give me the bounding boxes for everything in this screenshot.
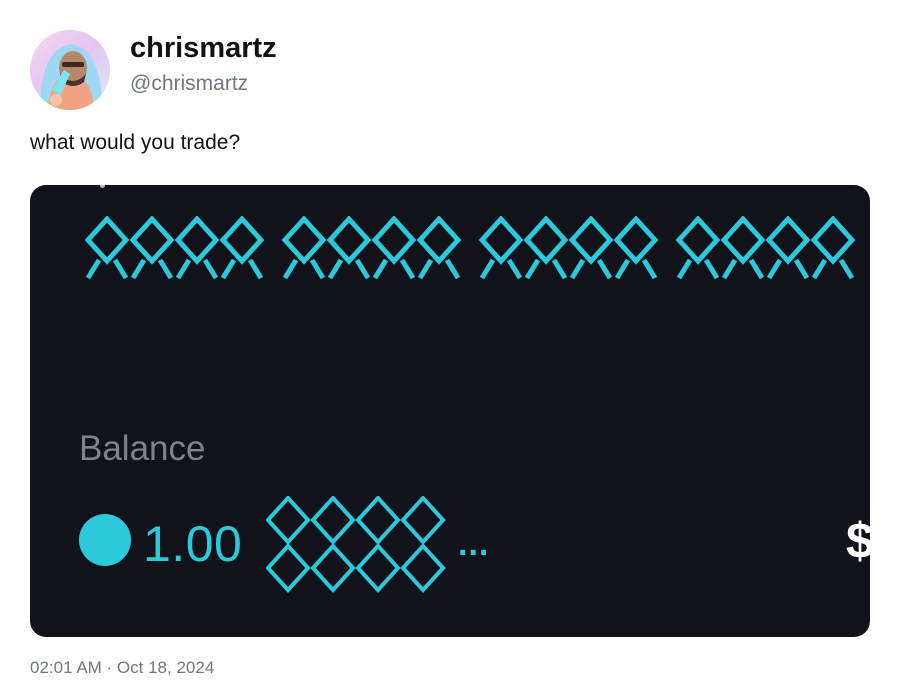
author-handle[interactable]: @chrismartz [130,72,248,96]
tweet-text: what would you trade? [30,131,241,154]
author-avatar[interactable] [30,30,110,110]
tweet-timestamp[interactable]: 02:01 AM · Oct 18, 2024 [30,658,214,678]
author-display-name[interactable]: chrismartz [130,32,277,65]
usd-value-fragment: $ [846,513,870,569]
truncation-ellipsis: ... [458,525,490,563]
cropped-text-fragment [100,185,105,188]
balance-amount: 1.00 [143,516,243,572]
profile-photo-icon [30,30,110,110]
garbled-token-name-glyphs [85,216,865,286]
tweet-media-screenshot[interactable]: Balance 1.00 ... $ [30,185,870,637]
balance-label: Balance [79,429,206,468]
garbled-token-symbol-glyphs [266,496,445,592]
teal-circle-token-icon [79,514,131,566]
